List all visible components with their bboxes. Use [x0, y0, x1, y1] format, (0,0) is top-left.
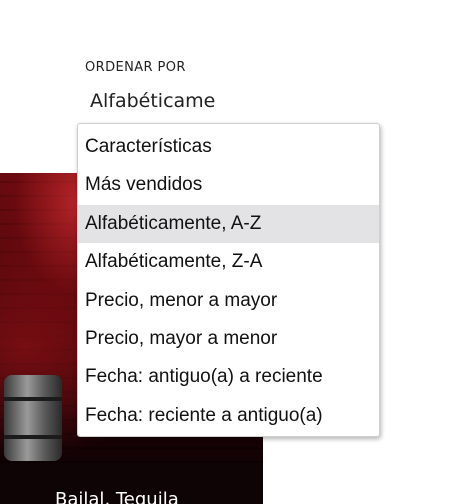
sort-label: ORDENAR POR [85, 60, 186, 75]
product-title[interactable]: Bailal, Tequila [55, 489, 179, 504]
option-mas-vendidos[interactable]: Más vendidos [78, 166, 379, 204]
option-fecha-antiguo-reciente[interactable]: Fecha: antiguo(a) a reciente [78, 358, 379, 396]
option-fecha-reciente-antiguo[interactable]: Fecha: reciente a antiguo(a) [78, 397, 379, 435]
option-precio-menor-mayor[interactable]: Precio, menor a mayor [78, 282, 379, 320]
option-alfabetico-z-a[interactable]: Alfabéticamente, Z-A [78, 243, 379, 281]
keg-image [4, 375, 62, 461]
sort-select[interactable]: Alfabéticame [90, 90, 215, 112]
option-caracteristicas[interactable]: Características [78, 128, 379, 166]
option-precio-mayor-menor[interactable]: Precio, mayor a menor [78, 320, 379, 358]
sort-dropdown: Características Más vendidos Alfabéticam… [77, 123, 380, 437]
option-alfabetico-a-z[interactable]: Alfabéticamente, A-Z [78, 204, 379, 244]
